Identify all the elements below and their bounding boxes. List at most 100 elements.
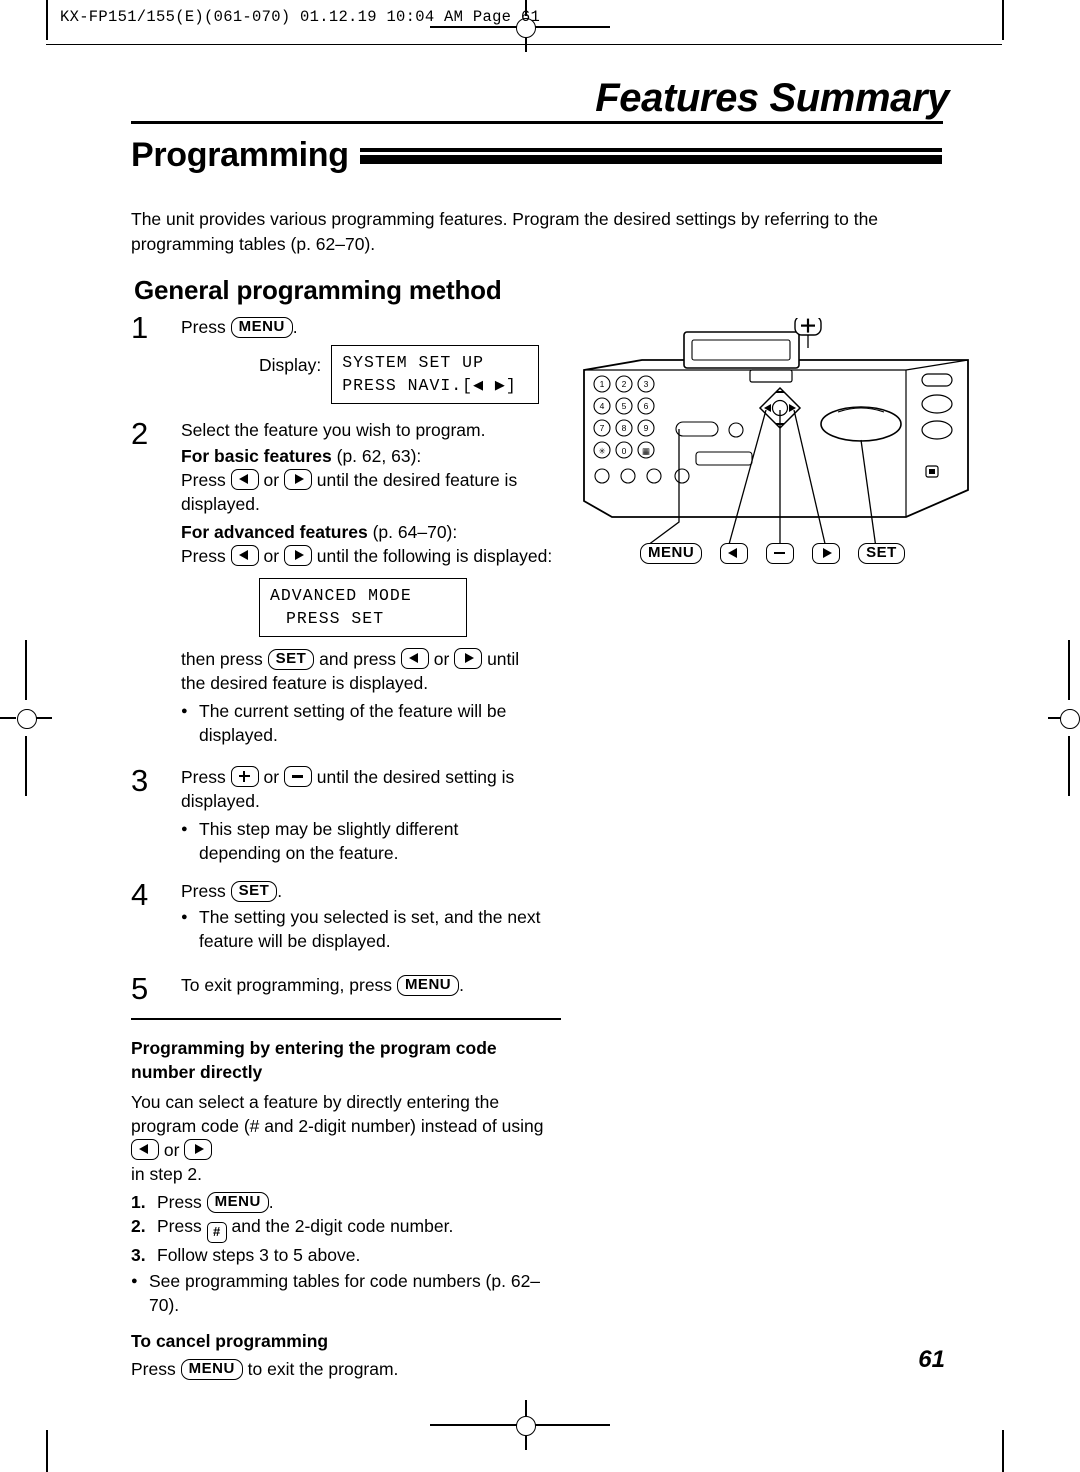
list-item-text-after: and the 2-digit code number.	[231, 1216, 454, 1236]
list-item-text-before: Press	[157, 1216, 202, 1236]
step-2-basic-heading: For basic features (p. 62, 63):	[181, 444, 561, 468]
navigator-left-key-3[interactable]	[400, 648, 429, 669]
step-2-basic-instruction: Press or until the desired feature is di…	[181, 468, 561, 516]
reg-line-left2	[36, 717, 52, 719]
advanced-tail-text: until the following is displayed:	[316, 546, 553, 566]
list-item: 2. Press # and the 2-digit code number.	[131, 1214, 566, 1243]
crop-mark-top-right-v	[1002, 0, 1004, 40]
step-2-advanced-instruction: Press or until the following is displaye…	[181, 544, 561, 568]
step-5-label: To exit programming, press	[181, 975, 393, 995]
crop-mark-bottom-right-v	[1002, 1430, 1004, 1472]
cancel-heading: To cancel programming	[131, 1331, 329, 1351]
list-item-text-before: Follow steps 3 to 5 above.	[157, 1245, 361, 1265]
step-2-line-1: Select the feature you wish to program.	[181, 420, 486, 440]
navigator-left-key-2[interactable]	[230, 545, 259, 566]
menu-key-step5[interactable]: MENU	[396, 975, 460, 996]
program-code-heading-line1: Programming by entering the program code	[131, 1038, 497, 1058]
plus-key[interactable]	[230, 766, 259, 787]
program-code-heading: Programming by entering the program code…	[131, 1036, 566, 1084]
svg-text:3: 3	[644, 379, 649, 389]
or-label-5: or	[163, 1140, 180, 1160]
page-number: 61	[918, 1346, 945, 1373]
svg-text:✳: ✳	[598, 446, 606, 456]
list-item-number: 1.	[131, 1192, 146, 1212]
advanced-features-label: For advanced features	[181, 522, 368, 542]
figure-menu-key[interactable]: MENU	[640, 542, 703, 564]
reg-line-left-v2	[25, 736, 27, 796]
and-press-label: and press	[319, 649, 397, 669]
set-key-step4[interactable]: SET	[230, 881, 278, 902]
menu-key-cancel[interactable]: MENU	[180, 1359, 243, 1380]
navigator-left-key[interactable]	[230, 469, 259, 490]
hash-key[interactable]: #	[206, 1222, 227, 1243]
navigator-right-key-3[interactable]	[454, 648, 483, 669]
svg-text:8: 8	[622, 423, 627, 433]
step-4-period: .	[277, 881, 283, 901]
or-label-3: or	[433, 649, 450, 669]
step-4-bullet: The setting you selected is set, and the…	[181, 905, 547, 953]
cancel-after-label: to exit the program.	[247, 1359, 399, 1379]
list-item: 1. Press MENU.	[131, 1190, 566, 1214]
step-4-number: 4	[131, 877, 149, 912]
program-code-bullet: See programming tables for code numbers …	[131, 1269, 566, 1317]
step-5-text: To exit programming, press MENU.	[181, 973, 561, 997]
step-3-text: Press or until the desired setting is di…	[181, 765, 561, 813]
list-item: 3. Follow steps 3 to 5 above.	[131, 1243, 566, 1267]
svg-text:0: 0	[622, 446, 627, 456]
lcd-line-1: SYSTEM SET UP	[342, 353, 484, 372]
lcd-adv-line-2: PRESS SET	[286, 609, 385, 628]
chapter-title: Programming	[131, 136, 349, 174]
cancel-paragraph: Press MENU to exit the program.	[131, 1357, 566, 1381]
step-4: 4 Press SET. The setting you selected is…	[131, 877, 561, 953]
steps-list: 1 Press MENU. Display: SYSTEM SET UP PRE…	[131, 310, 561, 1006]
or-label-4: or	[263, 767, 280, 787]
program-code-paragraph: You can select a feature by directly ent…	[131, 1090, 566, 1186]
reg-line-left-v	[25, 640, 27, 700]
section-divider	[131, 1018, 561, 1020]
running-head: Features Summary	[595, 76, 949, 120]
chapter-title-bars	[360, 148, 942, 164]
step-4-press-label: Press	[181, 881, 226, 901]
menu-key[interactable]: MENU	[230, 317, 293, 338]
navigator-left-key-4[interactable]	[131, 1139, 159, 1160]
page-header-code: KX-FP151/155(E)(061-070) 01.12.19 10:04 …	[60, 8, 541, 26]
figure-minus-key[interactable]	[766, 542, 795, 564]
figure-left-key[interactable]	[720, 542, 749, 564]
reg-line-bottom-v	[525, 1400, 527, 1416]
svg-text:6: 6	[644, 401, 649, 411]
svg-text:5: 5	[622, 401, 627, 411]
set-key-step2[interactable]: SET	[267, 649, 315, 670]
svg-text:▦: ▦	[642, 446, 650, 456]
program-code-heading-line2: number directly	[131, 1062, 263, 1082]
figure-set-key[interactable]: SET	[858, 542, 905, 564]
program-code-steps: 1. Press MENU. 2. Press # and the 2-digi…	[131, 1190, 566, 1267]
step-5-period: .	[459, 975, 464, 995]
basic-features-pages: (p. 62, 63):	[336, 446, 422, 466]
step-1-number: 1	[131, 310, 149, 345]
step-2: 2 Select the feature you wish to program…	[131, 416, 561, 747]
display-label: Display:	[259, 355, 322, 375]
lcd-system-setup: SYSTEM SET UP PRESS NAVI.[◀ ▶]	[331, 345, 540, 404]
reg-circle-left	[17, 709, 37, 729]
list-item-text-before: Press	[157, 1192, 202, 1212]
figure-right-key[interactable]	[812, 542, 841, 564]
lcd-line-2: PRESS NAVI.[◀ ▶]	[342, 376, 517, 395]
or-label-2: or	[263, 546, 280, 566]
step-5-number: 5	[131, 971, 149, 1006]
svg-text:7: 7	[600, 423, 605, 433]
step-2-advanced-heading: For advanced features (p. 64–70):	[181, 520, 561, 544]
advanced-features-pages: (p. 64–70):	[372, 522, 458, 542]
step-4-text: Press SET.	[181, 879, 561, 903]
lcd-adv-line-1: ADVANCED MODE	[270, 586, 412, 605]
section-heading: General programming method	[134, 275, 502, 305]
step-3-bullet: This step may be slightly different depe…	[181, 817, 529, 865]
navigator-right-key[interactable]	[283, 469, 312, 490]
step-1-period: .	[292, 317, 298, 337]
navigator-right-key-4[interactable]	[184, 1139, 213, 1160]
step-1-press-label: Press	[181, 317, 226, 337]
navigator-right-key-2[interactable]	[283, 545, 312, 566]
step-2-bullet: The current setting of the feature will …	[181, 699, 571, 747]
minus-key[interactable]	[283, 766, 312, 787]
menu-key-list-1[interactable]: MENU	[206, 1192, 269, 1213]
step-3-number: 3	[131, 763, 149, 798]
